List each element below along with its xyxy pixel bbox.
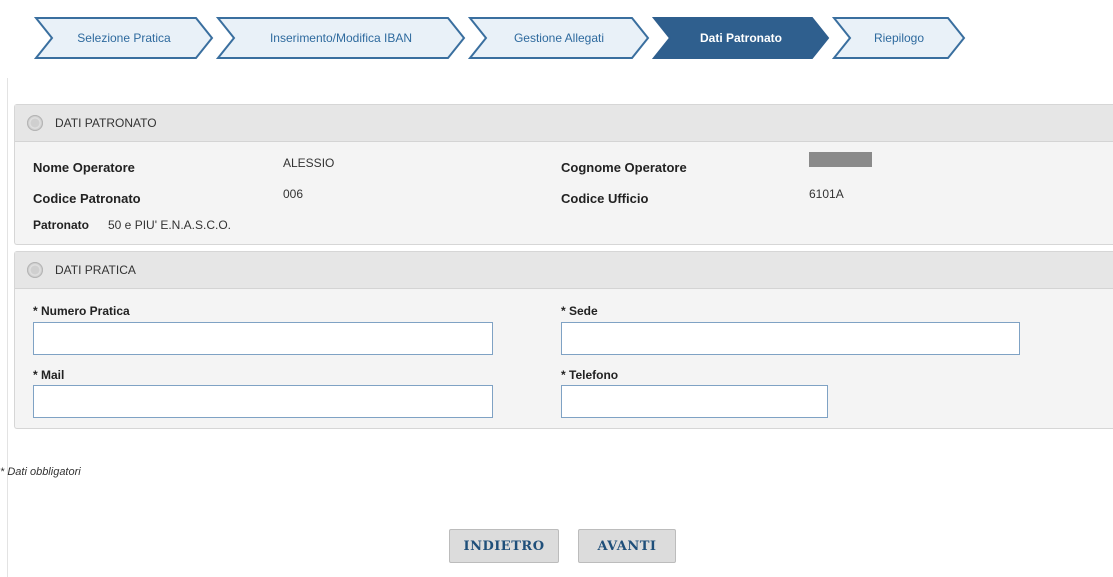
sede-input[interactable] [561,322,1020,355]
dati-pratica-panel: DATI PRATICA * Numero Pratica * Sede * M… [14,251,1113,429]
step-label-inserimento-iban[interactable]: Inserimento/Modifica IBAN [234,31,448,45]
numero-pratica-input[interactable] [33,322,493,355]
left-divider [7,78,8,577]
back-button[interactable]: INDIETRO [449,529,559,563]
page: Selezione Pratica Inserimento/Modifica I… [0,0,1113,577]
mail-input[interactable] [33,385,493,418]
nome-operatore-value: ALESSIO [283,156,335,170]
dati-pratica-title: DATI PRATICA [55,263,136,277]
codice-patronato-label: Codice Patronato [33,191,141,206]
codice-ufficio-value: 6101A [809,187,844,201]
mail-label: * Mail [33,368,65,382]
numero-pratica-label: * Numero Pratica [33,304,130,318]
patronato-value: 50 e PIU' E.N.A.S.C.O. [108,218,231,232]
step-label-selezione-pratica[interactable]: Selezione Pratica [52,31,196,45]
step-label-dati-patronato[interactable]: Dati Patronato [670,31,812,45]
telefono-input[interactable] [561,385,828,418]
cognome-operatore-redacted [809,152,872,167]
step-label-gestione-allegati[interactable]: Gestione Allegati [486,31,632,45]
collapse-circle-icon[interactable] [27,115,43,131]
required-fields-note: * Dati obbligatori [0,466,81,478]
step-label-riepilogo[interactable]: Riepilogo [850,31,948,45]
dati-patronato-panel: DATI PATRONATO Nome Operatore ALESSIO Co… [14,104,1113,245]
patronato-label: Patronato [33,218,90,232]
dati-pratica-header[interactable]: DATI PRATICA [15,252,1113,289]
collapse-circle-icon[interactable] [27,262,43,278]
codice-ufficio-label: Codice Ufficio [561,191,649,206]
sede-label: * Sede [561,304,598,318]
wizard-steps: Selezione Pratica Inserimento/Modifica I… [0,0,1113,80]
codice-patronato-value: 006 [283,187,304,201]
cognome-operatore-label: Cognome Operatore [561,160,687,175]
telefono-label: * Telefono [561,368,619,382]
next-button[interactable]: AVANTI [578,529,676,563]
dati-patronato-title: DATI PATRONATO [55,116,157,130]
nome-operatore-label: Nome Operatore [33,160,135,175]
dati-patronato-header[interactable]: DATI PATRONATO [15,105,1113,142]
